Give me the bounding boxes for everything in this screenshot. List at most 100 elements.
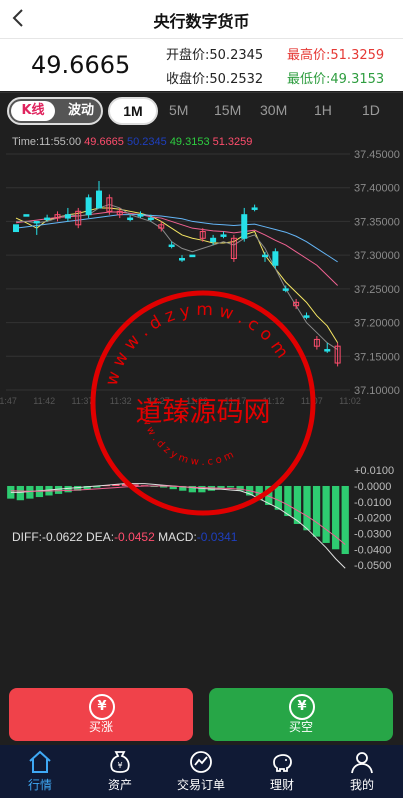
- timeframe-5m[interactable]: 5M: [169, 102, 188, 118]
- macd-dea-label: DEA:: [86, 530, 115, 544]
- yen-circle-icon: ¥: [89, 694, 115, 720]
- nav-label: 交易订单: [176, 778, 225, 792]
- chart-mode-toggle[interactable]: K线 波动: [7, 97, 103, 125]
- user-icon: [351, 752, 373, 774]
- kline-x-tick: 11:27: [148, 396, 170, 406]
- candle-body: [272, 251, 279, 266]
- high-price-label: 最高价:: [287, 48, 331, 63]
- kline-x-tick: 11:07: [301, 396, 323, 406]
- kline-x-tick: 11:32: [110, 396, 132, 406]
- candle-body: [168, 244, 175, 248]
- piggy-bank-icon: [273, 754, 292, 772]
- macd-y-tick: -0.0400: [354, 544, 391, 556]
- macd-bar: [322, 485, 330, 543]
- macd-chart: +0.0100 -0.0000 -0.0100 -0.0200 -0.0300 -0.04…: [7, 465, 394, 572]
- buy-up-button[interactable]: ¥ 买涨: [9, 688, 193, 741]
- candle-body: [303, 315, 310, 318]
- macd-y-tick: -0.0000: [354, 481, 391, 493]
- candle-body: [64, 214, 71, 219]
- nav-item-market[interactable]: 行情: [0, 745, 80, 798]
- candle-body: [179, 258, 185, 261]
- timeframe-1d[interactable]: 1D: [362, 102, 380, 118]
- macd-bar: [303, 485, 311, 531]
- money-bag-icon: ¥: [110, 751, 130, 773]
- candle-body: [189, 254, 196, 258]
- kline-x-tick: 11:22: [186, 396, 208, 406]
- kline-y-tick: 37.45000: [354, 149, 400, 161]
- macd-bar: [341, 485, 349, 555]
- kline-x-tick: 11:02: [339, 396, 361, 406]
- nav-label: 行情: [27, 778, 52, 792]
- macd-y-tick: -0.0100: [354, 497, 391, 509]
- bottom-nav: 行情 ¥ 资产 交易订单 理财 我的: [0, 745, 403, 798]
- close-price-value: 50.2532: [209, 72, 264, 87]
- buy-down-button[interactable]: ¥ 买空: [209, 688, 393, 741]
- low-price-stat: 最低价:49.3153: [287, 68, 384, 87]
- candle-body: [13, 224, 19, 233]
- price-panel: 49.6665 开盘价:50.2345 最高价:51.3259 收盘价:50.2…: [0, 39, 403, 91]
- yen-circle-icon: ¥: [289, 694, 315, 720]
- macd-bar: [26, 485, 34, 499]
- kline-x-tick: 11:37: [72, 396, 94, 406]
- kline-ma-line: [15, 211, 338, 286]
- kline-x-tick: 11:17: [224, 396, 246, 406]
- tab-wave[interactable]: 波动: [59, 99, 101, 123]
- candle-body: [96, 190, 102, 209]
- open-price-stat: 开盘价:50.2345: [166, 44, 263, 63]
- macd-macd-value: -0.0341: [196, 530, 238, 544]
- low-price-value: 49.3153: [330, 72, 385, 87]
- macd-diff: DIFF:-0.0622: [12, 530, 83, 544]
- kline-y-tick: 37.20000: [354, 318, 400, 330]
- kline-y-tick: 37.15000: [354, 351, 400, 363]
- candle-body: [241, 214, 248, 239]
- high-price-value: 51.3259: [330, 48, 385, 63]
- svg-text:¥: ¥: [117, 761, 122, 770]
- macd-legend: DIFF:-0.0622 DEA:-0.0452 MACD:-0.0341: [12, 530, 237, 544]
- macd-bar: [54, 485, 63, 494]
- candle-body: [127, 217, 134, 221]
- current-price: 49.6665: [31, 51, 131, 79]
- candle-body: [23, 214, 30, 217]
- home-icon: [29, 750, 51, 773]
- low-price-label: 最低价:: [287, 72, 331, 87]
- high-price-stat: 最高价:51.3259: [287, 44, 384, 63]
- timeframe-15m[interactable]: 15M: [214, 102, 241, 118]
- nav-item-assets[interactable]: ¥ 资产: [80, 745, 160, 798]
- macd-bar: [64, 485, 72, 493]
- kline-y-tick: 37.30000: [354, 250, 400, 262]
- candle-body: [324, 349, 331, 352]
- chart-area[interactable]: Time:11:55:00 49.6665 50.2345 49.3153 51…: [0, 131, 403, 683]
- timeframe-1h[interactable]: 1H: [314, 102, 332, 118]
- macd-macd-label: MACD:: [158, 530, 197, 544]
- open-price-label: 开盘价:: [166, 48, 210, 63]
- timeframe-1m[interactable]: 1M: [108, 97, 158, 125]
- open-price-value: 50.2345: [209, 48, 264, 63]
- kline-ma-line: [16, 204, 338, 350]
- macd-bar: [131, 484, 139, 486]
- buy-down-label: 买空: [288, 720, 313, 734]
- macd-bar: [226, 485, 235, 488]
- timeframe-30m[interactable]: 30M: [260, 102, 287, 118]
- macd-bar: [274, 485, 282, 510]
- macd-bar: [16, 485, 24, 501]
- tab-kline[interactable]: K线: [11, 101, 55, 121]
- buy-up-label: 买涨: [88, 720, 113, 734]
- candle-body: [262, 254, 268, 258]
- candle-body: [44, 217, 51, 221]
- kline-x-tick: 11:42: [33, 396, 55, 406]
- kline-y-tick: 37.40000: [354, 183, 400, 195]
- macd-bar: [332, 485, 340, 550]
- candle-body: [137, 214, 144, 217]
- macd-dea-value: -0.0452: [114, 530, 155, 544]
- kline-y-tick: 37.35000: [354, 216, 400, 228]
- macd-y-tick: +0.0100: [354, 465, 394, 477]
- nav-item-finance[interactable]: 理财: [242, 745, 322, 798]
- macd-bar: [312, 485, 321, 537]
- chart-tabs: K线 波动 1M 5M 15M 30M 1H 1D: [0, 92, 403, 131]
- header-bar: 央行数字货币: [0, 0, 403, 39]
- nav-item-orders[interactable]: 交易订单: [161, 745, 241, 798]
- nav-item-mine[interactable]: 我的: [322, 745, 402, 798]
- candle-body: [220, 234, 227, 237]
- candle-body: [85, 197, 92, 216]
- close-price-stat: 收盘价:50.2532: [166, 68, 263, 87]
